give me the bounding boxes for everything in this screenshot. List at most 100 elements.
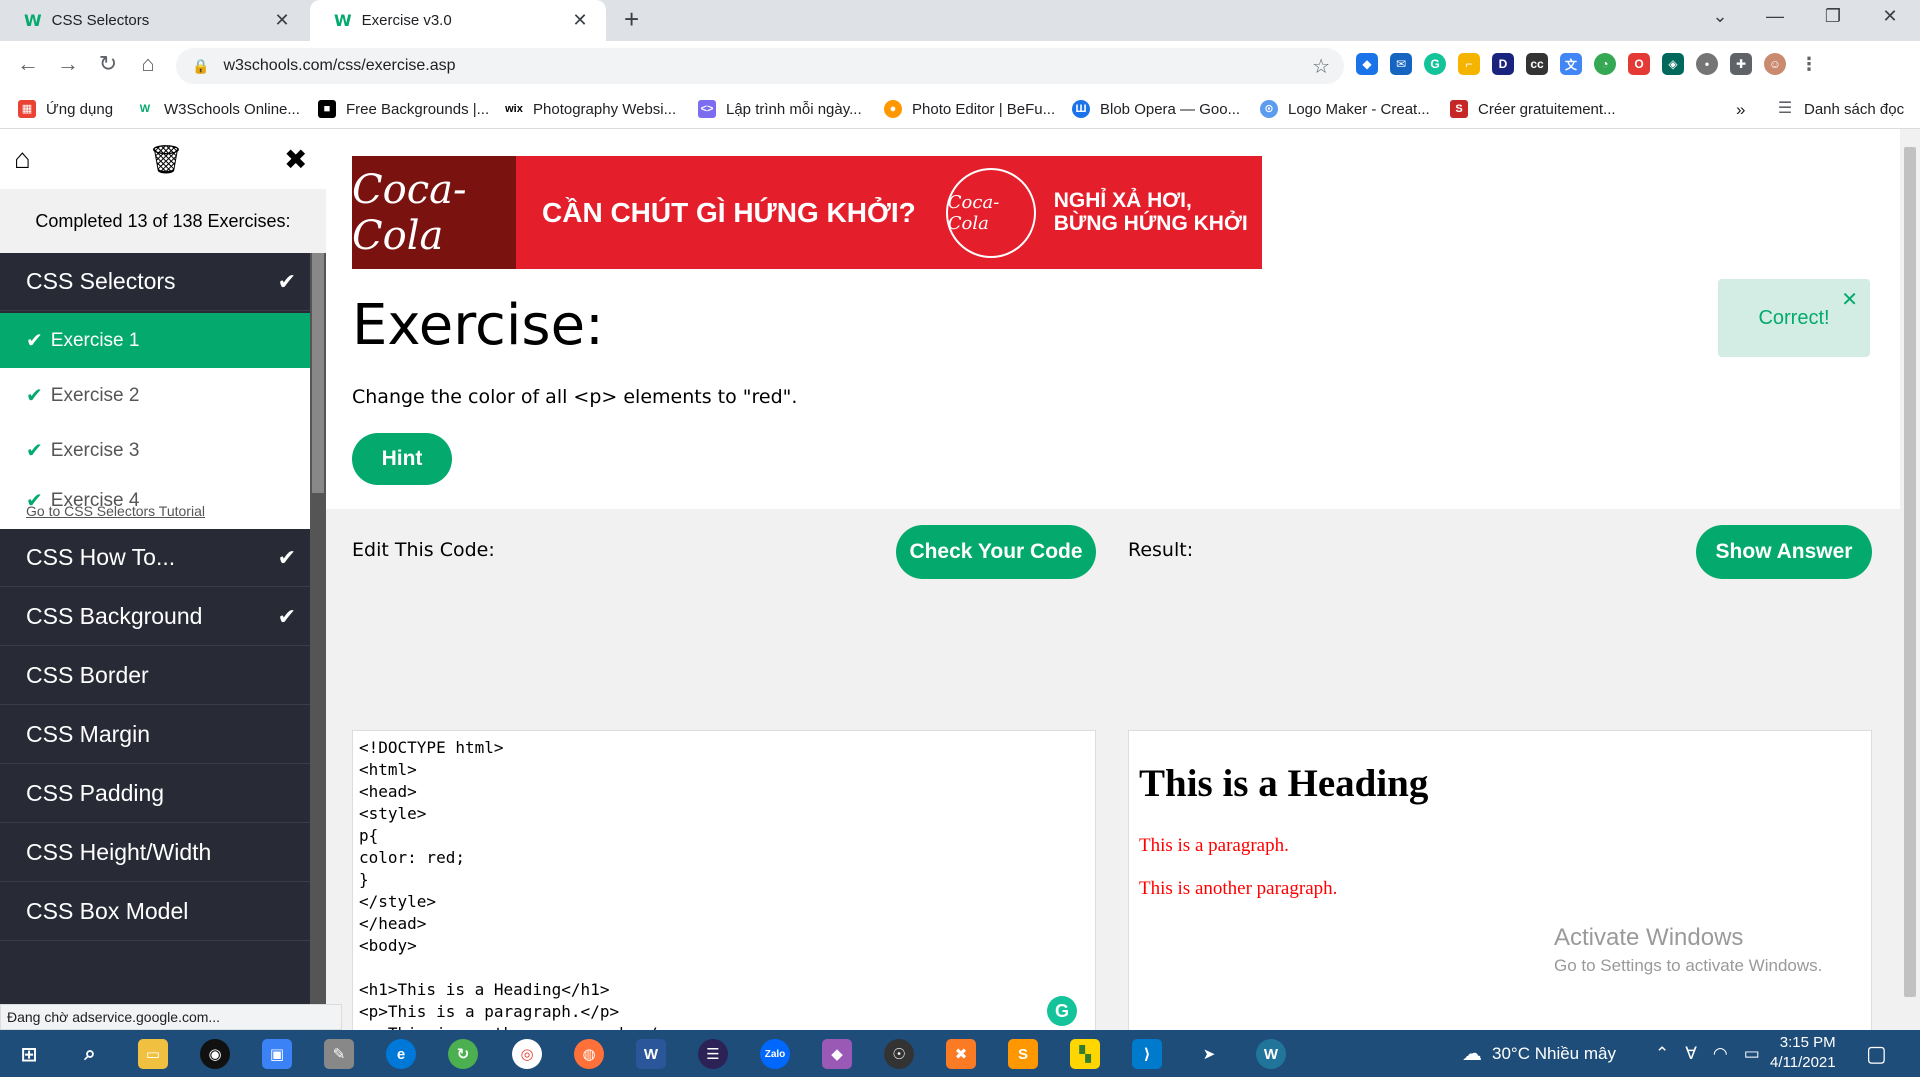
close-tab-icon[interactable]: ✕ <box>272 10 292 31</box>
tutorial-link[interactable]: Go to CSS Selectors Tutorial <box>26 503 205 519</box>
bookmark-apps[interactable]: ▦ Ứng dụng <box>18 100 113 118</box>
bookmark-free-backgrounds[interactable]: ■ Free Backgrounds |... <box>318 100 489 118</box>
grammarly-icon[interactable]: G <box>1047 996 1077 1026</box>
arts-culture-icon: Ш <box>1072 100 1090 118</box>
tab-exercise[interactable]: W Exercise v3.0 ✕ <box>310 0 606 41</box>
bookmarks-bar: ▦ Ứng dụng W W3Schools Online... ■ Free Bac… <box>0 91 1920 129</box>
back-icon[interactable]: ← <box>12 51 44 77</box>
extension-tools-icon[interactable]: ⌐ <box>1458 53 1480 75</box>
bookmark-w3schools[interactable]: W W3Schools Online... <box>136 100 300 118</box>
office-extension-icon[interactable]: O <box>1628 53 1650 75</box>
ad-tagline: NGHỈ XẢ HƠI, BỪNG HỨNG KHỞI <box>1053 189 1248 235</box>
category-css-margin[interactable]: CSS Margin <box>0 706 310 764</box>
reading-list-button[interactable]: ☰ Danh sách đọc <box>1776 100 1904 118</box>
category-css-border[interactable]: CSS Border <box>0 647 310 705</box>
app-paint-icon[interactable]: ✎ <box>324 1039 354 1069</box>
sublime-text-icon[interactable]: S <box>1008 1039 1038 1069</box>
category-css-box-model[interactable]: CSS Box Model <box>0 883 310 941</box>
translate-extension-icon[interactable]: 文 <box>1560 53 1582 75</box>
word-app-icon[interactable]: W <box>636 1039 666 1069</box>
forward-icon[interactable]: → <box>52 51 84 77</box>
bookmark-creer[interactable]: S Créer gratuitement... <box>1450 100 1616 118</box>
bookmark-lap-trinh[interactable]: <> Lập trình mỗi ngày... <box>698 100 862 118</box>
extension-cube-icon[interactable]: ◈ <box>1662 53 1684 75</box>
exercise-item-1[interactable]: ✔ Exercise 1 <box>0 313 310 368</box>
exercise-item-2[interactable]: ✔ Exercise 2 <box>0 368 310 423</box>
bookmark-photography[interactable]: wix Photography Websi... <box>505 100 676 118</box>
vscode-app-icon[interactable]: ⟩ <box>1132 1039 1162 1069</box>
search-icon[interactable]: ⌕ <box>75 1039 105 1069</box>
taskbar-clock[interactable]: 3:15 PM 4/11/2021 <box>1770 1033 1836 1073</box>
notifications-icon[interactable]: ▢ <box>1866 1030 1887 1077</box>
sidebar-scrollbar[interactable] <box>310 253 326 1030</box>
app-green-icon[interactable]: ↻ <box>448 1039 478 1069</box>
home-icon[interactable]: ⌂ <box>14 143 31 175</box>
advertisement-banner[interactable]: Coca-Cola CẦN CHÚT GÌ HỨNG KHỞI? Coca-Co… <box>352 156 1262 269</box>
battery-icon[interactable]: ▭ <box>1744 1044 1760 1064</box>
sidebar-scrollbar-thumb[interactable] <box>312 253 324 493</box>
bookmarks-overflow-button[interactable]: » <box>1736 100 1745 120</box>
extension-circle-icon[interactable]: ◔ <box>1594 53 1616 75</box>
extension-mail-icon[interactable]: ✉ <box>1390 53 1412 75</box>
close-icon[interactable]: ✖ <box>284 143 307 176</box>
apps-grid-icon: ▦ <box>18 100 36 118</box>
wifi-icon[interactable]: ◠ <box>1713 1044 1728 1064</box>
window-close-icon[interactable]: ✕ <box>1870 6 1910 27</box>
app-notes-icon[interactable]: ▚ <box>1070 1039 1100 1069</box>
minimize-icon[interactable]: — <box>1755 6 1795 27</box>
windows-start-icon[interactable]: ⊞ <box>14 1039 44 1069</box>
code-text[interactable]: <!DOCTYPE html> <html> <head> <style> p{… <box>359 737 677 1077</box>
tab-search-icon[interactable]: ⌄ <box>1700 6 1740 27</box>
app-photos-icon[interactable]: ▣ <box>262 1039 292 1069</box>
extension-bulb-icon[interactable]: • <box>1696 53 1718 75</box>
page-scrollbar-thumb[interactable] <box>1904 147 1916 997</box>
show-answer-button[interactable]: Show Answer <box>1696 525 1872 579</box>
profile-avatar[interactable]: ☺ <box>1764 53 1786 75</box>
app-diamond-icon[interactable]: ◆ <box>822 1039 852 1069</box>
vpn-icon[interactable]: ∀ <box>1685 1044 1697 1064</box>
weather-widget[interactable]: ☁ 30°C Nhiều mây <box>1462 1030 1616 1077</box>
trash-icon[interactable]: 🗑 <box>148 143 184 176</box>
eclipse-app-icon[interactable]: ☰ <box>698 1039 728 1069</box>
app-circle-icon[interactable]: ◉ <box>200 1039 230 1069</box>
firefox-browser-icon[interactable]: ◍ <box>574 1039 604 1069</box>
category-css-padding[interactable]: CSS Padding <box>0 765 310 823</box>
wordpress-app-icon[interactable]: W <box>1256 1039 1286 1069</box>
check-code-button[interactable]: Check Your Code <box>896 525 1096 579</box>
url-field[interactable]: 🔒 w3schools.com/css/exercise.asp ☆ <box>176 48 1344 84</box>
home-icon[interactable]: ⌂ <box>132 51 164 77</box>
page-scrollbar[interactable] <box>1900 129 1920 1030</box>
category-css-background[interactable]: CSS Background ✔ <box>0 588 310 646</box>
category-css-selectors[interactable]: CSS Selectors ✔ <box>0 253 310 311</box>
close-icon[interactable]: ✕ <box>1841 287 1858 312</box>
tab-css-selectors[interactable]: W CSS Selectors ✕ <box>0 0 308 41</box>
hint-button[interactable]: Hint <box>352 433 452 485</box>
new-tab-button[interactable]: + <box>624 4 639 35</box>
menu-kebab-icon[interactable]: ⋮ <box>1798 53 1820 75</box>
category-css-height-width[interactable]: CSS Height/Width <box>0 824 310 882</box>
extension-subtitles-icon[interactable]: cc <box>1526 53 1548 75</box>
check-icon: ✔ <box>26 440 43 462</box>
chevron-up-icon[interactable]: ⌃ <box>1655 1044 1669 1064</box>
extension-drop-icon[interactable]: ◆ <box>1356 53 1378 75</box>
bookmark-blob-opera[interactable]: Ш Blob Opera — Goo... <box>1072 100 1240 118</box>
extension-d-icon[interactable]: D <box>1492 53 1514 75</box>
extensions-puzzle-icon[interactable]: ✚ <box>1730 53 1752 75</box>
close-tab-icon[interactable]: ✕ <box>570 10 590 31</box>
zalo-app-icon[interactable]: Zalo <box>760 1039 790 1069</box>
restore-icon[interactable]: ❐ <box>1813 6 1853 27</box>
reload-icon[interactable]: ↻ <box>92 51 124 77</box>
github-desktop-icon[interactable]: ☉ <box>884 1039 914 1069</box>
code-editor[interactable]: <!DOCTYPE html> <html> <head> <style> p{… <box>352 730 1096 1077</box>
bookmark-logo-maker[interactable]: ⊙ Logo Maker - Creat... <box>1260 100 1430 118</box>
bookmark-photo-editor[interactable]: ● Photo Editor | BeFu... <box>884 100 1055 118</box>
category-css-how-to[interactable]: CSS How To... ✔ <box>0 529 310 587</box>
app-pointer-icon[interactable]: ➤ <box>1194 1039 1224 1069</box>
xampp-app-icon[interactable]: ✖ <box>946 1039 976 1069</box>
edge-browser-icon[interactable]: e <box>386 1039 416 1069</box>
bookmark-star-icon[interactable]: ☆ <box>1312 54 1330 79</box>
chrome-browser-icon[interactable]: ◎ <box>512 1039 542 1069</box>
file-explorer-icon[interactable]: ▭ <box>138 1039 168 1069</box>
exercise-item-3[interactable]: ✔ Exercise 3 <box>0 423 310 478</box>
grammarly-extension-icon[interactable]: G <box>1424 53 1446 75</box>
